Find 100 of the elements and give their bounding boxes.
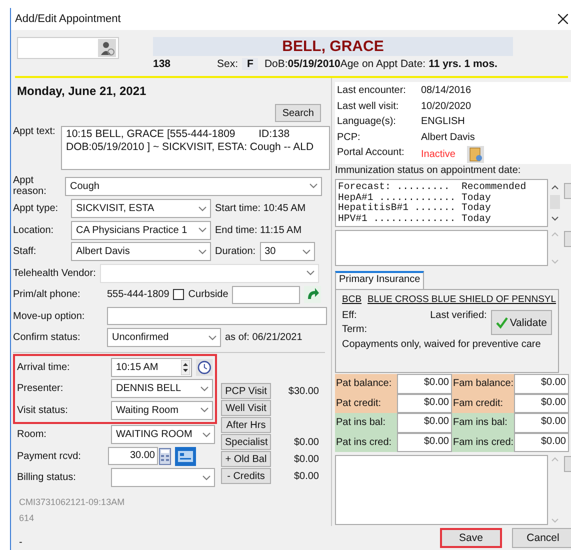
copay-amount: $0.00 bbox=[292, 454, 319, 464]
field-label: Confirm status: bbox=[13, 332, 82, 344]
info-label: PCP: bbox=[337, 130, 362, 144]
copay-button[interactable]: + Old Bal bbox=[221, 451, 271, 467]
window-title: Add/Edit Appointment bbox=[15, 13, 121, 25]
chevron-icon bbox=[306, 270, 315, 276]
appt-type-dropdown[interactable]: SICKVISIT, ESTA bbox=[71, 199, 211, 218]
copay-button[interactable]: Well Visit bbox=[221, 400, 271, 416]
balance-label: Pat credit: bbox=[335, 394, 397, 413]
arrival-time-spinner[interactable]: 10:15 AM bbox=[111, 358, 192, 377]
folder-icon[interactable] bbox=[467, 146, 484, 163]
dialog-button[interactable]: Cancel bbox=[512, 528, 571, 548]
field-label: Appt reason: bbox=[13, 175, 48, 197]
copay-amount: $30.00 bbox=[287, 386, 319, 396]
field-label: Payment rcvd: bbox=[17, 450, 82, 462]
dialog-button[interactable]: Save bbox=[440, 528, 502, 548]
balance-value: $0.00 bbox=[514, 413, 569, 432]
term-label: Term: bbox=[342, 324, 367, 335]
field-label: Prim/alt phone: bbox=[13, 289, 82, 300]
age-label: Age on Appt Date: bbox=[340, 58, 426, 70]
duration-dropdown[interactable]: 30 bbox=[260, 242, 315, 262]
info-label: Last well visit: bbox=[337, 100, 400, 114]
info-value: 10/20/2020 bbox=[421, 100, 472, 112]
check-icon bbox=[496, 316, 508, 328]
phone-number: 555-444-1809 bbox=[107, 289, 170, 300]
start-time: Start time: 10:45 AM bbox=[215, 203, 306, 214]
copay-button[interactable]: After Hrs bbox=[221, 417, 271, 433]
search-button[interactable]: Search bbox=[275, 104, 321, 122]
side-button[interactable] bbox=[564, 456, 571, 472]
calculator-icon[interactable] bbox=[159, 448, 171, 465]
appt-reason-dropdown[interactable]: Cough bbox=[65, 176, 322, 196]
as-of-date: as of: 06/21/2021 bbox=[225, 332, 302, 344]
field-label: Appt type: bbox=[13, 203, 60, 214]
balance-label: Fam credit: bbox=[452, 394, 514, 413]
copay-button[interactable]: - Credits bbox=[221, 468, 271, 484]
side-button[interactable] bbox=[564, 231, 571, 247]
info-label: Last encounter: bbox=[337, 84, 407, 98]
field-label: Location: bbox=[13, 224, 55, 236]
balance-label: Fam ins cred: bbox=[452, 432, 514, 452]
billing-status-dropdown[interactable] bbox=[111, 468, 215, 488]
credit-card-icon[interactable] bbox=[175, 446, 196, 466]
plan-code-link[interactable]: BCB bbox=[342, 294, 362, 305]
field-label: Room: bbox=[17, 429, 48, 440]
patient-id: 138 bbox=[153, 58, 172, 70]
room-dropdown[interactable]: WAITING ROOM bbox=[111, 425, 215, 444]
close-icon[interactable] bbox=[558, 14, 568, 24]
location-dropdown[interactable]: CA Physicians Practice 1 bbox=[71, 220, 211, 240]
record-info: 614 bbox=[19, 512, 36, 522]
end-time: End time: 11:15 AM bbox=[215, 224, 302, 236]
copay-amount: $0.00 bbox=[292, 436, 319, 448]
chevron-icon bbox=[200, 386, 209, 392]
person-icon[interactable] bbox=[98, 39, 116, 57]
eff-label: Eff: bbox=[342, 310, 358, 321]
payment-field[interactable]: 30.00 bbox=[108, 447, 158, 466]
chevron-icon bbox=[198, 248, 207, 255]
clock-icon[interactable] bbox=[196, 358, 213, 376]
curbside-field[interactable] bbox=[232, 286, 300, 304]
move-up-field[interactable] bbox=[107, 307, 327, 326]
info-value: 08/14/2016 bbox=[421, 85, 472, 96]
staff-dropdown[interactable]: Albert Davis bbox=[71, 242, 211, 262]
chevron-icon bbox=[309, 183, 318, 189]
chevron-icon bbox=[302, 248, 311, 255]
visit-status-dropdown[interactable]: Waiting Room bbox=[111, 400, 213, 420]
field-label: Appt text: bbox=[13, 126, 56, 137]
balance-value: $0.00 bbox=[397, 374, 452, 394]
balance-value: $0.00 bbox=[397, 413, 452, 432]
field-label: Billing status: bbox=[17, 472, 77, 484]
chevron-icon bbox=[198, 227, 207, 234]
info-value: Albert Davis bbox=[421, 132, 475, 142]
spinner-arrows-icon[interactable] bbox=[181, 360, 190, 375]
field-label: Staff: bbox=[13, 246, 38, 258]
balance-label: Pat ins bal: bbox=[335, 413, 397, 432]
appt-text-field[interactable]: 10:15 BELL, GRACE [555-444-1809 ID:138 DOB:05/19/2010 ] ~ SICKVISIT, ESTA: Cough -- ALD bbox=[61, 126, 330, 170]
field-label: Visit status: bbox=[17, 404, 69, 416]
notes-field[interactable] bbox=[335, 455, 548, 525]
info-label: Language(s): bbox=[337, 115, 397, 129]
appointment-date: Monday, June 21, 2021 bbox=[17, 84, 148, 100]
sex-value: F bbox=[242, 58, 258, 70]
insurance-tab[interactable]: Primary Insurance bbox=[335, 271, 424, 289]
validate-button[interactable]: Validate bbox=[490, 310, 552, 335]
presenter-dropdown[interactable]: DENNIS BELL bbox=[111, 379, 213, 398]
copay-button[interactable]: PCP Visit bbox=[221, 383, 271, 399]
status-text: - bbox=[19, 537, 22, 548]
balance-value: $0.00 bbox=[514, 374, 569, 394]
last-verified-label: Last verified: bbox=[430, 310, 487, 321]
field-label: Telehealth Vendor: bbox=[13, 268, 96, 279]
age-value: 11 yrs. 1 mos. bbox=[428, 58, 498, 70]
record-info: CMI3731062121-09:13AM bbox=[19, 496, 126, 506]
patient-lookup-field[interactable] bbox=[17, 37, 119, 59]
patient-name: BELL, GRACE bbox=[153, 37, 513, 56]
curbside-checkbox[interactable] bbox=[173, 289, 184, 300]
info-value: ENGLISH bbox=[421, 116, 465, 127]
field-label: Move-up option: bbox=[13, 310, 86, 322]
confirm-status-dropdown[interactable]: Unconfirmed bbox=[107, 328, 221, 348]
comment-field[interactable] bbox=[335, 230, 548, 266]
copay-button[interactable]: Specialist bbox=[221, 434, 271, 450]
balance-label: Fam ins bal: bbox=[452, 413, 514, 432]
info-label: Portal Account: bbox=[337, 146, 406, 160]
side-button[interactable] bbox=[564, 183, 571, 199]
plan-name-link[interactable]: BLUE CROSS BLUE SHIELD OF PENNSYL bbox=[368, 294, 556, 305]
